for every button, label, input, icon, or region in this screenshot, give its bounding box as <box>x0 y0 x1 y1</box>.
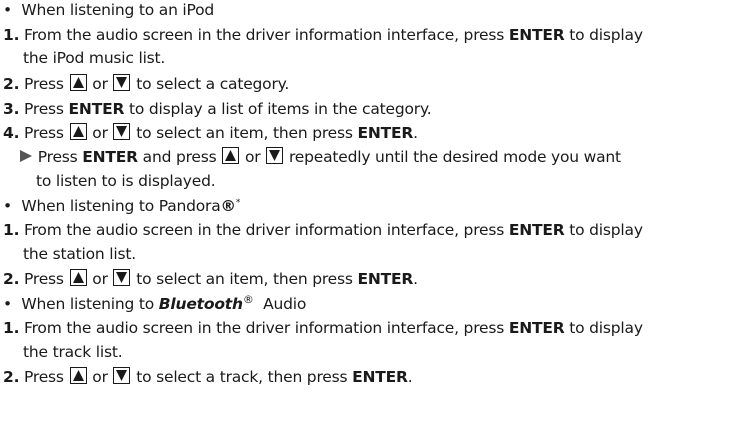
section-heading-pandora: • When listening to Pandora®* <box>3 197 241 215</box>
sub-step-cont: to listen to is displayed. <box>36 172 216 190</box>
down-arrow-key-icon <box>113 74 131 91</box>
enter-key: ENTER <box>508 26 565 44</box>
up-arrow-key-icon <box>69 123 87 140</box>
step-1-cont: the iPod music list. <box>23 49 166 67</box>
section-heading-ipod: • When listening to an iPod <box>3 1 215 19</box>
bluetooth-step-1-cont: the track list. <box>23 343 123 361</box>
up-arrow-key-icon <box>222 147 240 164</box>
pandora-step-2: 2. Press or to select an item, then pres… <box>3 269 418 288</box>
pandora-step-1: 1. From the audio screen in the driver i… <box>3 221 643 239</box>
bluetooth-step-1: 1. From the audio screen in the driver i… <box>3 319 643 337</box>
enter-key: ENTER <box>68 100 125 118</box>
enter-key: ENTER <box>508 221 565 239</box>
section-heading-bluetooth: • When listening to Bluetooth® Audio <box>3 292 307 313</box>
pandora-step-1-cont: the station list. <box>23 245 136 263</box>
sub-step-arrow-icon <box>20 150 32 162</box>
bluetooth-step-2: 2. Press or to select a track, then pres… <box>3 367 413 386</box>
up-arrow-key-icon <box>69 367 87 384</box>
sub-step: Press ENTER and press or repeatedly unti… <box>19 147 621 167</box>
down-arrow-key-icon <box>266 147 284 164</box>
enter-key: ENTER <box>352 368 408 386</box>
step-3: 3. Press ENTER to display a list of item… <box>3 100 432 118</box>
down-arrow-key-icon <box>113 269 131 286</box>
enter-key: ENTER <box>357 270 414 288</box>
down-arrow-key-icon <box>113 367 131 384</box>
step-2: 2. Press or to select a category. <box>3 74 290 93</box>
step-1: 1. From the audio screen in the driver i… <box>3 26 643 44</box>
enter-key: ENTER <box>82 148 138 166</box>
up-arrow-key-icon <box>69 74 87 91</box>
enter-key: ENTER <box>508 319 565 337</box>
manual-page: • When listening to an iPod 1. From the … <box>0 0 753 431</box>
down-arrow-key-icon <box>113 123 131 140</box>
enter-key: ENTER <box>357 124 414 142</box>
step-4: 4. Press or to select an item, then pres… <box>3 123 418 142</box>
up-arrow-key-icon <box>69 269 87 286</box>
